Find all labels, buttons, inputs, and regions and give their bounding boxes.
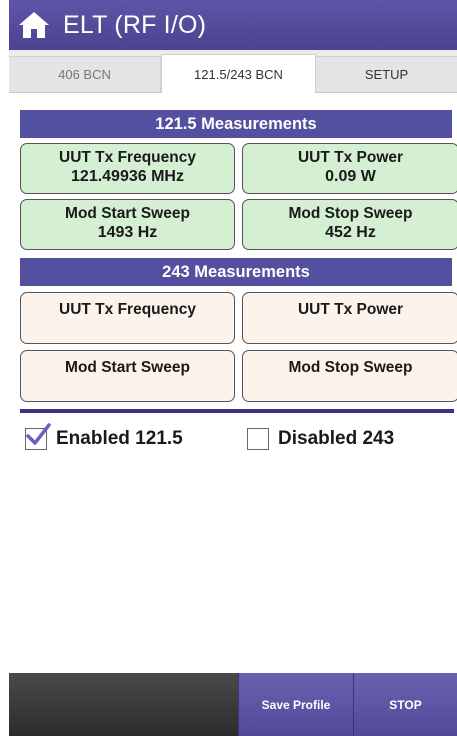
enable-121-checkbox[interactable]: Enabled 121.5: [25, 423, 183, 450]
checkbox-label: Disabled 243: [278, 428, 395, 449]
measurement-value: 0.09 W: [325, 168, 376, 185]
stop-button[interactable]: STOP: [353, 673, 457, 736]
measurement-121-tx-frequency: UUT Tx Frequency 121.49936 MHz: [20, 143, 235, 194]
checkbox-box[interactable]: [247, 428, 269, 450]
section-divider: [20, 409, 454, 413]
title-bar: ELT (RF I/O): [9, 0, 457, 50]
measurement-label: UUT Tx Frequency: [59, 149, 196, 166]
measurement-243-mod-stop-sweep: Mod Stop Sweep: [242, 350, 457, 402]
checkbox-box[interactable]: [25, 423, 51, 450]
measurement-label: Mod Start Sweep: [65, 205, 190, 222]
bottom-bar: Save Profile STOP: [9, 673, 457, 736]
checkbox-label: Enabled 121.5: [56, 428, 183, 449]
screen-edge: [0, 0, 9, 736]
measurement-value: 1493 Hz: [97, 224, 158, 241]
disable-243-checkbox[interactable]: Disabled 243: [247, 428, 394, 450]
page-title: ELT (RF I/O): [63, 10, 207, 39]
measurement-label: Mod Stop Sweep: [288, 359, 413, 376]
measurement-121-tx-power: UUT Tx Power 0.09 W: [242, 143, 457, 194]
tab-121-243-bcn[interactable]: 121.5/243 BCN: [161, 54, 316, 93]
save-profile-button[interactable]: Save Profile: [238, 673, 353, 736]
measurement-label: Mod Start Sweep: [65, 359, 190, 376]
section-header-243: 243 Measurements: [20, 258, 452, 286]
tab-setup[interactable]: SETUP: [316, 56, 457, 92]
measurement-label: UUT Tx Power: [297, 149, 404, 166]
measurement-121-mod-start-sweep: Mod Start Sweep 1493 Hz: [20, 199, 235, 250]
bottom-bar-blank: [9, 673, 238, 736]
measurement-label: Mod Stop Sweep: [288, 205, 413, 222]
checkmark-icon: [26, 423, 51, 445]
measurement-label: UUT Tx Power: [297, 301, 404, 318]
section-header-121: 121.5 Measurements: [20, 110, 452, 138]
measurement-121-mod-stop-sweep: Mod Stop Sweep 452 Hz: [242, 199, 457, 250]
measurement-value: 452 Hz: [325, 224, 376, 241]
measurement-243-tx-power: UUT Tx Power: [242, 292, 457, 344]
measurement-243-mod-start-sweep: Mod Start Sweep: [20, 350, 235, 402]
measurement-243-tx-frequency: UUT Tx Frequency: [20, 292, 235, 344]
tab-406-bcn[interactable]: 406 BCN: [9, 56, 161, 92]
measurement-value: 121.49936 MHz: [71, 168, 184, 185]
measurement-label: UUT Tx Frequency: [59, 301, 196, 318]
app-window: ELT (RF I/O) 406 BCN 121.5/243 BCN SETUP…: [9, 0, 457, 736]
tab-bar: 406 BCN 121.5/243 BCN SETUP: [9, 50, 457, 93]
home-icon[interactable]: [17, 10, 51, 40]
